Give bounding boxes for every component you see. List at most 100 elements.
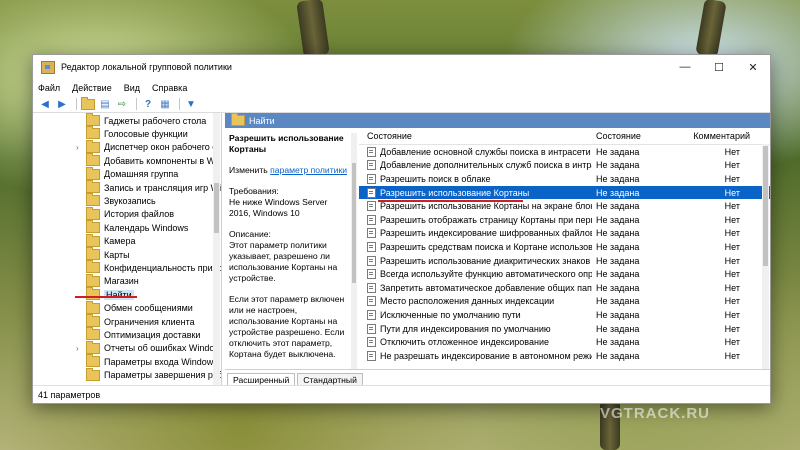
tree-scrollbar[interactable] bbox=[213, 113, 220, 385]
table-row[interactable]: Разрешить поиск в облаке Не задана Нет bbox=[359, 172, 770, 186]
gpedit-window: Редактор локальной групповой политики — … bbox=[32, 54, 771, 404]
list-header: Состояние Состояние Комментарий bbox=[359, 128, 770, 145]
detail-header: Найти bbox=[225, 113, 770, 128]
policy-setting-icon bbox=[367, 296, 376, 307]
forward-arrow-icon[interactable]: ▶ bbox=[55, 98, 69, 110]
main-content: Гаджеты рабочего стола Голосовые функции… bbox=[33, 113, 770, 386]
tree-item[interactable]: Календарь Windows bbox=[33, 220, 188, 234]
tree-item-search-selected[interactable]: Найти bbox=[33, 287, 134, 301]
table-row[interactable]: Исключенные по умолчанию пути Не задана Не… bbox=[359, 308, 770, 322]
table-row[interactable]: Отключить отложенное индексирование Не за… bbox=[359, 335, 770, 349]
table-row[interactable]: Запретить автоматическое добавление общи… bbox=[359, 281, 770, 295]
tree-item[interactable]: Параметры входа Windows bbox=[33, 354, 218, 368]
policy-setting-icon bbox=[367, 146, 376, 157]
menu-file[interactable]: Файл bbox=[38, 83, 60, 93]
table-row[interactable]: Разрешить отображать страницу Кортаны пр… bbox=[359, 213, 770, 227]
tree-item[interactable]: Домашняя группа bbox=[33, 166, 178, 181]
tree-item[interactable]: Обмен сообщениями bbox=[33, 300, 193, 315]
table-row[interactable]: Всегда используйте функцию автоматическо… bbox=[359, 267, 770, 281]
policy-setting-icon bbox=[367, 187, 376, 198]
chevron-right-icon[interactable]: › bbox=[76, 344, 84, 353]
list-scrollbar[interactable] bbox=[762, 144, 769, 369]
tree-item[interactable]: Запись и трансляция игр Wi bbox=[33, 180, 221, 194]
table-row[interactable]: Пути для индексирования по умолчанию Не з… bbox=[359, 322, 770, 336]
menu-view[interactable]: Вид bbox=[124, 83, 140, 93]
menu-action[interactable]: Действие bbox=[72, 83, 112, 93]
policy-tree[interactable]: Гаджеты рабочего стола Голосовые функции… bbox=[33, 113, 222, 385]
policy-setting-icon bbox=[367, 309, 376, 320]
tree-item[interactable]: Параметры завершения раб bbox=[33, 367, 221, 382]
table-row[interactable]: Не разрешать индексирование в автономном… bbox=[359, 349, 770, 363]
folder-icon bbox=[86, 113, 100, 126]
description-scrollbar-thumb[interactable] bbox=[352, 163, 356, 283]
back-arrow-icon[interactable]: ◀ bbox=[38, 98, 52, 110]
chevron-right-icon[interactable]: › bbox=[76, 143, 84, 152]
folder-icon bbox=[86, 166, 100, 180]
folder-icon bbox=[86, 233, 100, 247]
tree-item[interactable]: Камера bbox=[33, 233, 135, 248]
tree-item[interactable]: Конфиденциальность прило bbox=[33, 260, 221, 274]
filter-icon[interactable]: ▼ bbox=[184, 98, 198, 110]
tree-item[interactable]: › Отчеты об ошибках Windov bbox=[33, 340, 219, 355]
policy-setting-icon bbox=[367, 228, 376, 239]
table-row[interactable]: Добавление дополнительных служб поиска в… bbox=[359, 159, 770, 173]
folder-open-icon bbox=[86, 287, 100, 301]
list-scrollbar-thumb[interactable] bbox=[763, 146, 768, 266]
folder-icon bbox=[86, 139, 100, 153]
column-header-comment[interactable]: Комментарий bbox=[684, 131, 754, 141]
folder-icon bbox=[86, 314, 100, 327]
table-row[interactable]: Разрешить средствам поиска и Кортане исп… bbox=[359, 240, 770, 254]
requirements-text: Требования: Не ниже Windows Server 2016,… bbox=[229, 186, 328, 218]
policy-setting-icon bbox=[367, 255, 376, 266]
tree-item[interactable]: › Диспетчер окон рабочего с bbox=[33, 139, 217, 154]
table-row[interactable]: Разрешить индексирование шифрованных фай… bbox=[359, 227, 770, 241]
maximize-button[interactable]: ☐ bbox=[702, 55, 736, 79]
tree-item[interactable]: Добавить компоненты в Wi bbox=[33, 153, 217, 167]
policy-setting-icon bbox=[367, 241, 376, 252]
description-scrollbar[interactable] bbox=[351, 133, 357, 369]
folder-up-icon[interactable] bbox=[81, 96, 95, 110]
settings-list: Состояние Состояние Комментарий Добавлен… bbox=[359, 128, 770, 369]
tree-item[interactable]: Магазин bbox=[33, 273, 139, 288]
folder-icon bbox=[86, 220, 100, 234]
tree-item[interactable]: История файлов bbox=[33, 206, 174, 221]
table-row[interactable]: Разрешить использование диакритических з… bbox=[359, 254, 770, 268]
policy-setting-icon bbox=[367, 201, 376, 212]
policy-setting-icon bbox=[367, 350, 376, 361]
folder-icon bbox=[86, 153, 100, 167]
title-bar: Редактор локальной групповой политики — … bbox=[33, 55, 770, 79]
window-title: Редактор локальной групповой политики bbox=[61, 62, 232, 72]
detail-header-title: Найти bbox=[249, 115, 275, 126]
column-header-state[interactable]: Состояние bbox=[592, 131, 684, 141]
properties-icon[interactable]: ▦ bbox=[158, 98, 172, 110]
tree-item[interactable]: Звукозапись bbox=[33, 193, 156, 207]
edit-policy-link[interactable]: параметр политики bbox=[270, 165, 347, 175]
table-row-selected[interactable]: Разрешить использование Кортаны Не задана… bbox=[359, 185, 770, 200]
column-header-name[interactable]: Состояние bbox=[359, 131, 592, 141]
minimize-button[interactable]: — bbox=[668, 55, 702, 79]
table-row[interactable]: Место расположения данных индексации Не з… bbox=[359, 295, 770, 309]
menu-help[interactable]: Справка bbox=[152, 83, 187, 93]
folder-icon bbox=[86, 247, 100, 260]
policy-description: Разрешить использование Кортаны Изменить… bbox=[225, 128, 355, 369]
folder-open-icon bbox=[231, 113, 245, 126]
toolbar-separator bbox=[179, 98, 180, 110]
table-row[interactable]: Добавление основной службы поиска в интр… bbox=[359, 145, 770, 159]
tree-item[interactable]: Голосовые функции bbox=[33, 126, 188, 140]
tree-scrollbar-thumb[interactable] bbox=[214, 183, 219, 233]
export-list-icon[interactable]: ⇨ bbox=[115, 98, 129, 110]
show-hide-tree-icon[interactable]: ▤ bbox=[98, 98, 112, 110]
gpedit-app-icon bbox=[41, 60, 55, 74]
close-button[interactable]: ✕ bbox=[736, 55, 770, 79]
policy-setting-icon bbox=[367, 214, 376, 225]
policy-setting-icon bbox=[367, 173, 376, 184]
tree-item[interactable]: Гаджеты рабочего стола bbox=[33, 113, 206, 127]
folder-icon bbox=[86, 206, 100, 220]
tree-item[interactable]: Карты bbox=[33, 247, 130, 261]
policy-setting-icon bbox=[367, 337, 376, 348]
tree-item[interactable]: Оптимизация доставки bbox=[33, 327, 200, 341]
tree-item[interactable]: Ограничения клиента bbox=[33, 314, 195, 328]
view-tabs: Расширенный Стандартный bbox=[225, 369, 770, 386]
folder-icon bbox=[86, 260, 100, 274]
help-icon[interactable]: ? bbox=[141, 98, 155, 110]
